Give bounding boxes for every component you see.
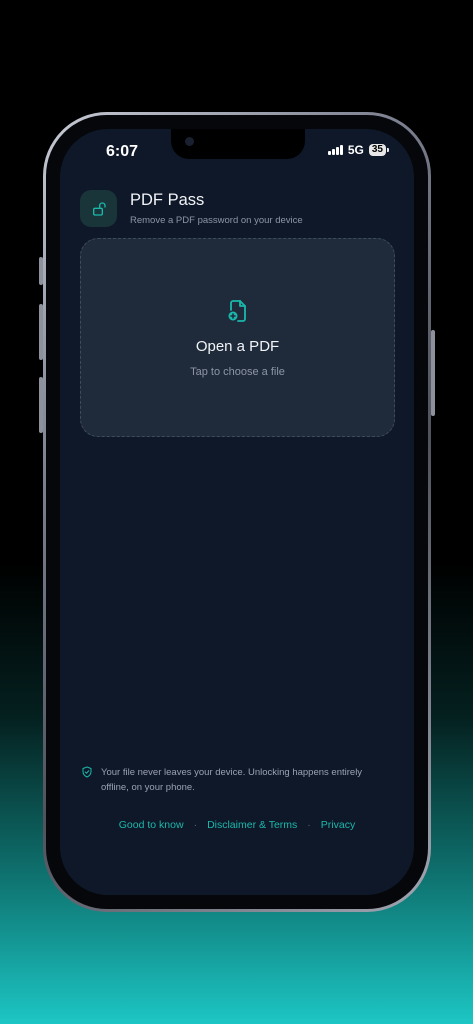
file-add-icon [226,299,250,328]
power-button [431,330,435,416]
drop-zone-title: Open a PDF [195,338,280,355]
footer-links: Good to know · Disclaimer & Terms · Priv… [60,819,414,831]
notch [171,129,305,159]
phone-bezel: 6:07 5G 35 PDF Pass Remove a PDF passwor… [46,115,428,909]
app-subtitle: Remove a PDF password on your device [130,215,303,226]
good-to-know-link[interactable]: Good to know [119,819,184,831]
drop-zone-subtitle: Tap to choose a file [190,366,285,378]
volume-down-button [39,377,43,433]
battery-icon: 35 [368,144,390,156]
shield-check-icon [81,765,93,795]
unlocked-padlock-icon [80,190,117,227]
camera-icon [185,137,194,146]
phone-frame: 6:07 5G 35 PDF Pass Remove a PDF passwor… [39,112,435,912]
app-header: PDF Pass Remove a PDF password on your d… [80,190,303,227]
privacy-notice-text: Your file never leaves your device. Unlo… [101,767,363,793]
mute-switch [39,257,43,285]
privacy-notice: Your file never leaves your device. Unlo… [81,765,381,795]
separator: · [193,819,198,831]
network-label: 5G [347,143,364,157]
volume-up-button [39,304,43,360]
app-screen: 6:07 5G 35 PDF Pass Remove a PDF passwor… [60,129,414,895]
battery-level: 35 [371,144,383,155]
privacy-link[interactable]: Privacy [321,819,355,831]
status-time: 6:07 [106,143,139,160]
disclaimer-terms-link[interactable]: Disclaimer & Terms [207,819,297,831]
signal-icon [327,145,343,155]
separator: · [307,819,311,831]
open-pdf-button[interactable]: Open a PDF Tap to choose a file [80,238,395,437]
app-title: PDF Pass [130,191,205,209]
status-indicators: 5G 35 [327,143,390,157]
